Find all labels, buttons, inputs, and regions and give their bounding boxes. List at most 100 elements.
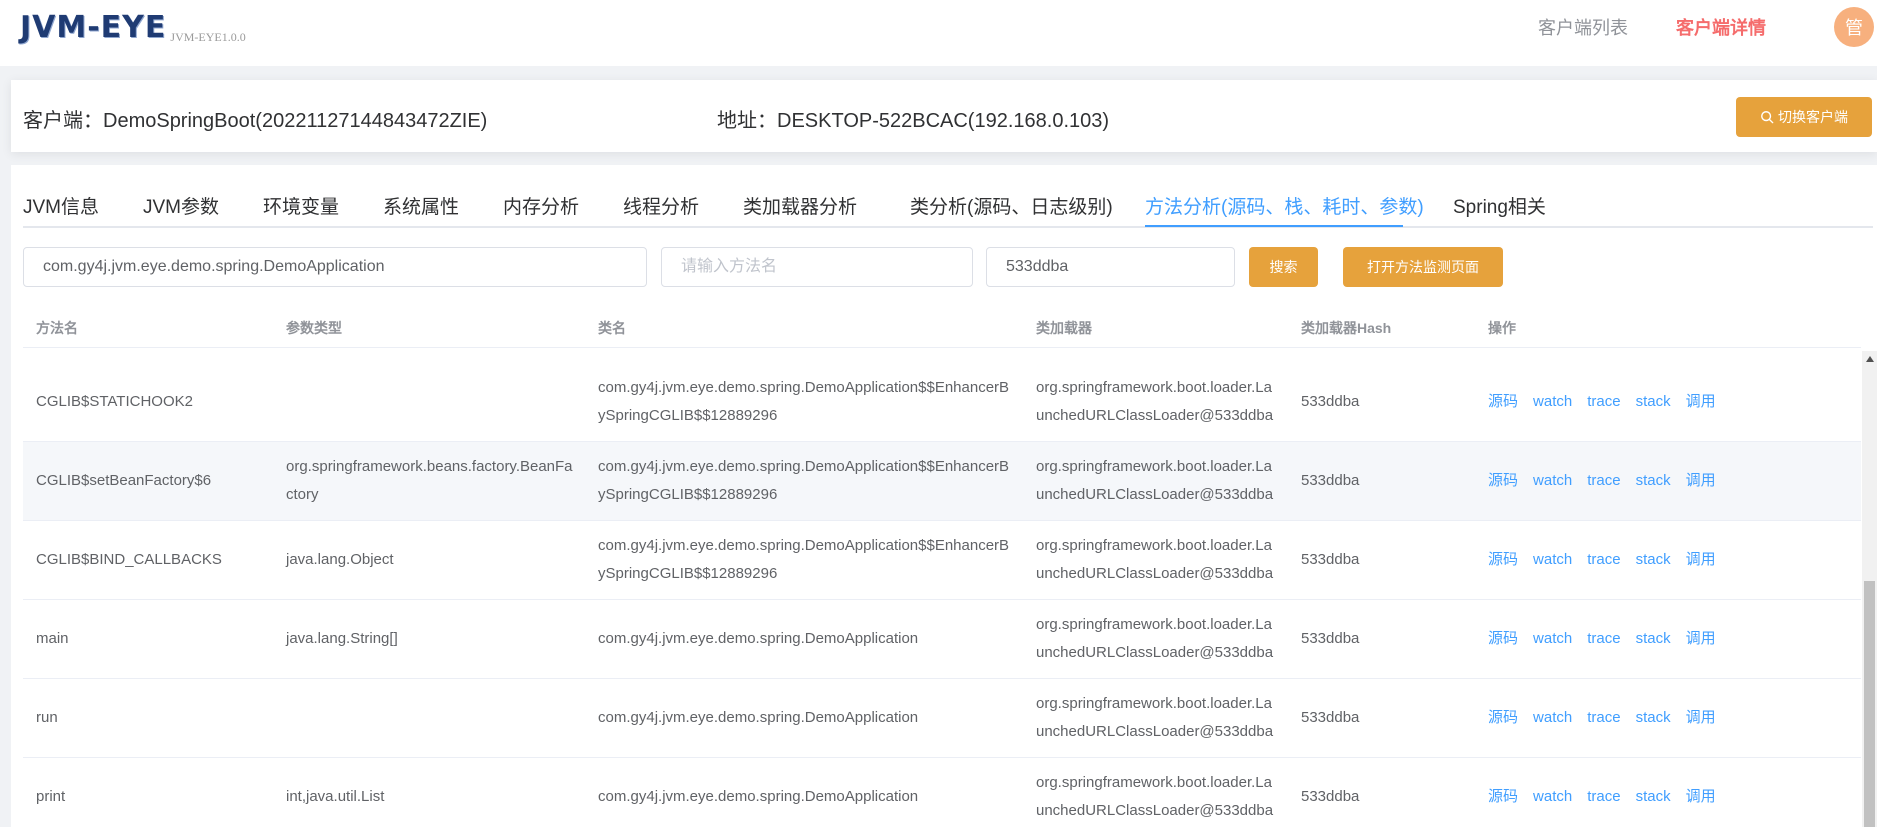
watch-link[interactable]: watch bbox=[1533, 625, 1572, 653]
row-actions: 源码 watch trace stack 调用 bbox=[1488, 388, 1716, 416]
classloader-cell: org.springframework.boot.loader.La unched… bbox=[1036, 379, 1274, 424]
row-actions: 源码 watch trace stack 调用 bbox=[1488, 546, 1716, 574]
search-icon bbox=[1761, 111, 1774, 124]
tab-memory[interactable]: 内存分析 bbox=[503, 192, 579, 219]
watch-link[interactable]: watch bbox=[1533, 704, 1572, 732]
tab-method-analysis[interactable]: 方法分析(源码、栈、耗时、参数) bbox=[1145, 192, 1424, 219]
stack-link[interactable]: stack bbox=[1636, 625, 1671, 653]
invoke-link[interactable]: 调用 bbox=[1686, 388, 1716, 416]
row-actions: 源码 watch trace stack 调用 bbox=[1488, 783, 1716, 811]
logo-text: JVM-EYE bbox=[20, 10, 167, 45]
table-row: print int,java.util.List com.gy4j.jvm.ey… bbox=[23, 758, 1861, 827]
param-types-cell: java.lang.Object bbox=[286, 551, 394, 568]
watch-link[interactable]: watch bbox=[1533, 546, 1572, 574]
stack-link[interactable]: stack bbox=[1636, 704, 1671, 732]
stack-link[interactable]: stack bbox=[1636, 388, 1671, 416]
method-name-cell: CGLIB$BIND_CALLBACKS bbox=[36, 551, 222, 568]
source-link[interactable]: 源码 bbox=[1488, 467, 1518, 495]
client-info-card: 客户端：DemoSpringBoot(20221127144843472ZIE)… bbox=[11, 80, 1877, 152]
class-name-cell: com.gy4j.jvm.eye.demo.spring.DemoApplica… bbox=[598, 630, 919, 647]
tab-system-props[interactable]: 系统属性 bbox=[383, 192, 459, 219]
tab-bar: JVM信息 JVM参数 环境变量 系统属性 内存分析 线程分析 类加载器分析 类… bbox=[23, 165, 1873, 228]
classloader-cell: org.springframework.boot.loader.La unched… bbox=[1036, 537, 1274, 582]
switch-client-label: 切换客户端 bbox=[1778, 109, 1848, 125]
tab-jvm-args[interactable]: JVM参数 bbox=[143, 192, 219, 219]
trace-link[interactable]: trace bbox=[1587, 388, 1620, 416]
classloader-cell: org.springframework.boot.loader.La unched… bbox=[1036, 774, 1274, 819]
open-method-monitor-button[interactable]: 打开方法监测页面 bbox=[1343, 247, 1503, 287]
table-row: CGLIB$BIND_CALLBACKS java.lang.Object co… bbox=[23, 521, 1861, 600]
nav-client-detail[interactable]: 客户端详情 bbox=[1676, 14, 1766, 40]
trace-link[interactable]: trace bbox=[1587, 704, 1620, 732]
watch-link[interactable]: watch bbox=[1533, 388, 1572, 416]
top-bar: JVM-EYE JVM-EYE1.0.0 客户端列表 客户端详情 管 bbox=[0, 0, 1877, 66]
hash-cell: 533ddba bbox=[1301, 630, 1360, 647]
classloader-cell: org.springframework.boot.loader.La unched… bbox=[1036, 695, 1274, 740]
col-class-name: 类名 bbox=[598, 320, 626, 336]
stack-link[interactable]: stack bbox=[1636, 783, 1671, 811]
source-link[interactable]: 源码 bbox=[1488, 625, 1518, 653]
table-scrollbar[interactable] bbox=[1862, 351, 1877, 827]
stack-link[interactable]: stack bbox=[1636, 546, 1671, 574]
scrollbar-thumb[interactable] bbox=[1864, 581, 1875, 827]
invoke-link[interactable]: 调用 bbox=[1686, 783, 1716, 811]
hash-cell: 533ddba bbox=[1301, 472, 1360, 489]
classloader-cell: org.springframework.boot.loader.La unched… bbox=[1036, 458, 1274, 503]
param-types-cell: int,java.util.List bbox=[286, 788, 385, 805]
col-actions: 操作 bbox=[1488, 320, 1516, 336]
logo[interactable]: JVM-EYE JVM-EYE1.0.0 bbox=[20, 10, 246, 45]
table-row: CGLIB$STATICHOOK2 com.gy4j.jvm.eye.demo.… bbox=[23, 363, 1861, 442]
trace-link[interactable]: trace bbox=[1587, 467, 1620, 495]
invoke-link[interactable]: 调用 bbox=[1686, 546, 1716, 574]
tab-threads[interactable]: 线程分析 bbox=[623, 192, 699, 219]
watch-link[interactable]: watch bbox=[1533, 467, 1572, 495]
client-name: 客户端：DemoSpringBoot(20221127144843472ZIE) bbox=[23, 110, 488, 132]
active-tab-indicator bbox=[1145, 225, 1403, 227]
table-body: CGLIB$STATICHOOK2 com.gy4j.jvm.eye.demo.… bbox=[23, 363, 1861, 827]
row-actions: 源码 watch trace stack 调用 bbox=[1488, 467, 1716, 495]
scroll-up-arrow-icon[interactable] bbox=[1862, 351, 1877, 366]
class-name-input[interactable] bbox=[23, 247, 647, 287]
switch-client-button[interactable]: 切换客户端 bbox=[1736, 97, 1872, 137]
source-link[interactable]: 源码 bbox=[1488, 704, 1518, 732]
classloader-cell: org.springframework.boot.loader.La unched… bbox=[1036, 616, 1274, 661]
table-row: CGLIB$setBeanFactory$6 org.springframewo… bbox=[23, 442, 1861, 521]
col-param-types: 参数类型 bbox=[286, 320, 342, 336]
class-name-cell: com.gy4j.jvm.eye.demo.spring.DemoApplica… bbox=[598, 788, 919, 805]
param-types-cell: org.springframework.beans.factory.BeanFa… bbox=[286, 458, 573, 503]
tab-class-analysis[interactable]: 类分析(源码、日志级别) bbox=[910, 192, 1113, 219]
class-name-cell: com.gy4j.jvm.eye.demo.spring.DemoApplica… bbox=[598, 537, 1010, 582]
main-panel: JVM信息 JVM参数 环境变量 系统属性 内存分析 线程分析 类加载器分析 类… bbox=[11, 165, 1877, 827]
trace-link[interactable]: trace bbox=[1587, 783, 1620, 811]
trace-link[interactable]: trace bbox=[1587, 625, 1620, 653]
source-link[interactable]: 源码 bbox=[1488, 546, 1518, 574]
hash-cell: 533ddba bbox=[1301, 709, 1360, 726]
search-button[interactable]: 搜索 bbox=[1249, 247, 1318, 287]
hash-cell: 533ddba bbox=[1301, 551, 1360, 568]
table-row: run com.gy4j.jvm.eye.demo.spring.DemoApp… bbox=[23, 679, 1861, 758]
trace-link[interactable]: trace bbox=[1587, 546, 1620, 574]
stack-link[interactable]: stack bbox=[1636, 467, 1671, 495]
method-name-cell: print bbox=[36, 788, 66, 805]
tab-jvm-info[interactable]: JVM信息 bbox=[23, 192, 99, 219]
invoke-link[interactable]: 调用 bbox=[1686, 704, 1716, 732]
avatar[interactable]: 管 bbox=[1834, 7, 1874, 47]
version-label: JVM-EYE1.0.0 bbox=[170, 30, 246, 44]
source-link[interactable]: 源码 bbox=[1488, 388, 1518, 416]
tab-spring[interactable]: Spring相关 bbox=[1453, 192, 1546, 219]
class-name-cell: com.gy4j.jvm.eye.demo.spring.DemoApplica… bbox=[598, 458, 1010, 503]
hash-cell: 533ddba bbox=[1301, 393, 1360, 410]
invoke-link[interactable]: 调用 bbox=[1686, 467, 1716, 495]
tab-env-vars[interactable]: 环境变量 bbox=[263, 192, 339, 219]
classloader-hash-input[interactable] bbox=[986, 247, 1235, 287]
param-types-cell: java.lang.String[] bbox=[286, 630, 398, 647]
method-name-input[interactable] bbox=[661, 247, 973, 287]
nav-client-list[interactable]: 客户端列表 bbox=[1538, 14, 1628, 40]
class-name-cell: com.gy4j.jvm.eye.demo.spring.DemoApplica… bbox=[598, 709, 919, 726]
source-link[interactable]: 源码 bbox=[1488, 783, 1518, 811]
invoke-link[interactable]: 调用 bbox=[1686, 625, 1716, 653]
class-name-cell: com.gy4j.jvm.eye.demo.spring.DemoApplica… bbox=[598, 379, 1010, 424]
row-actions: 源码 watch trace stack 调用 bbox=[1488, 704, 1716, 732]
watch-link[interactable]: watch bbox=[1533, 783, 1572, 811]
tab-classloaders[interactable]: 类加载器分析 bbox=[743, 192, 857, 219]
